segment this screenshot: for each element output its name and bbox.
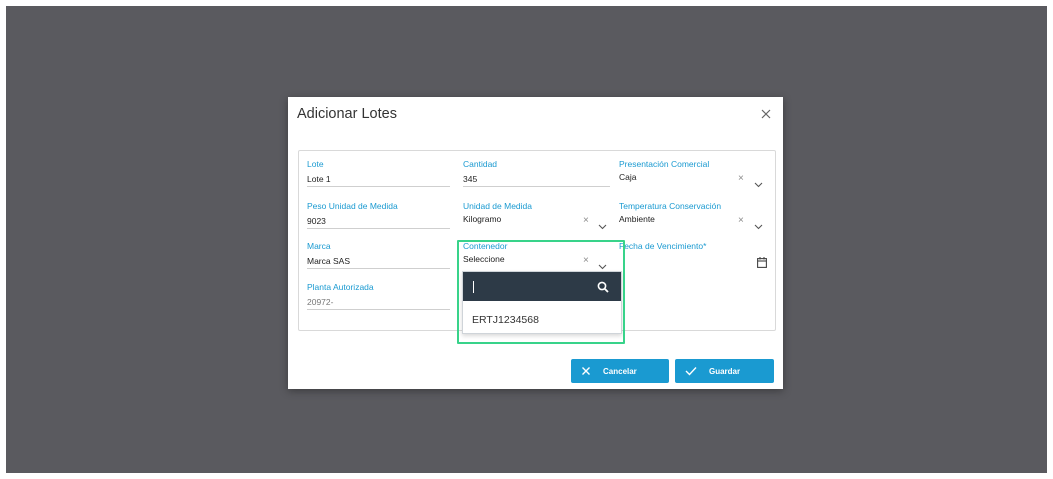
check-icon — [685, 366, 697, 378]
peso-input[interactable]: 9023 — [307, 216, 326, 226]
contenedor-label: Contenedor — [463, 241, 508, 251]
close-icon — [581, 366, 591, 378]
contenedor-dropdown: ERTJ1234568 — [462, 271, 622, 334]
clear-icon[interactable]: × — [583, 215, 589, 226]
modal-title: Adicionar Lotes — [297, 106, 397, 122]
cantidad-label: Cantidad — [463, 159, 498, 169]
clear-icon[interactable]: × — [738, 173, 744, 184]
unidad-value: Kilogramo — [463, 214, 502, 224]
presentacion-value: Caja — [619, 172, 637, 182]
planta-underline — [307, 309, 450, 310]
dropdown-option[interactable]: ERTJ1234568 — [472, 314, 539, 326]
dropdown-search-input[interactable] — [463, 272, 621, 301]
lote-underline — [307, 186, 450, 187]
chevron-down-icon[interactable] — [754, 175, 763, 193]
chevron-down-icon[interactable] — [754, 217, 763, 235]
planta-value: 20972- — [307, 297, 334, 307]
peso-label: Peso Unidad de Medida — [307, 201, 398, 211]
presentacion-label: Presentación Comercial — [619, 159, 710, 169]
unidad-label: Unidad de Medida — [463, 201, 532, 211]
marca-underline — [307, 268, 450, 269]
text-caret — [473, 281, 474, 293]
marca-label: Marca — [307, 241, 331, 251]
add-lots-modal: Adicionar Lotes Lote Lote 1 Cantidad 345… — [288, 97, 783, 389]
cantidad-underline — [463, 186, 610, 187]
lote-label: Lote — [307, 159, 324, 169]
temperatura-value: Ambiente — [619, 214, 655, 224]
fecha-label: Fecha de Vencimiento* — [619, 241, 707, 251]
cantidad-input[interactable]: 345 — [463, 174, 477, 184]
calendar-icon[interactable] — [757, 255, 767, 273]
planta-label: Planta Autorizada — [307, 282, 374, 292]
cancel-button-label: Cancelar — [603, 367, 637, 376]
temperatura-label: Temperatura Conservación — [619, 201, 722, 211]
peso-underline — [307, 228, 450, 229]
search-icon[interactable] — [597, 280, 609, 298]
lote-input[interactable]: Lote 1 — [307, 174, 331, 184]
clear-icon[interactable]: × — [583, 255, 589, 266]
cancel-button[interactable]: Cancelar — [571, 359, 669, 383]
clear-icon[interactable]: × — [738, 215, 744, 226]
save-button-label: Guardar — [709, 367, 741, 376]
marca-input[interactable]: Marca SAS — [307, 256, 350, 266]
close-icon[interactable] — [759, 107, 773, 121]
chevron-down-icon[interactable] — [598, 217, 607, 235]
save-button[interactable]: Guardar — [675, 359, 774, 383]
contenedor-value: Seleccione — [463, 254, 505, 264]
